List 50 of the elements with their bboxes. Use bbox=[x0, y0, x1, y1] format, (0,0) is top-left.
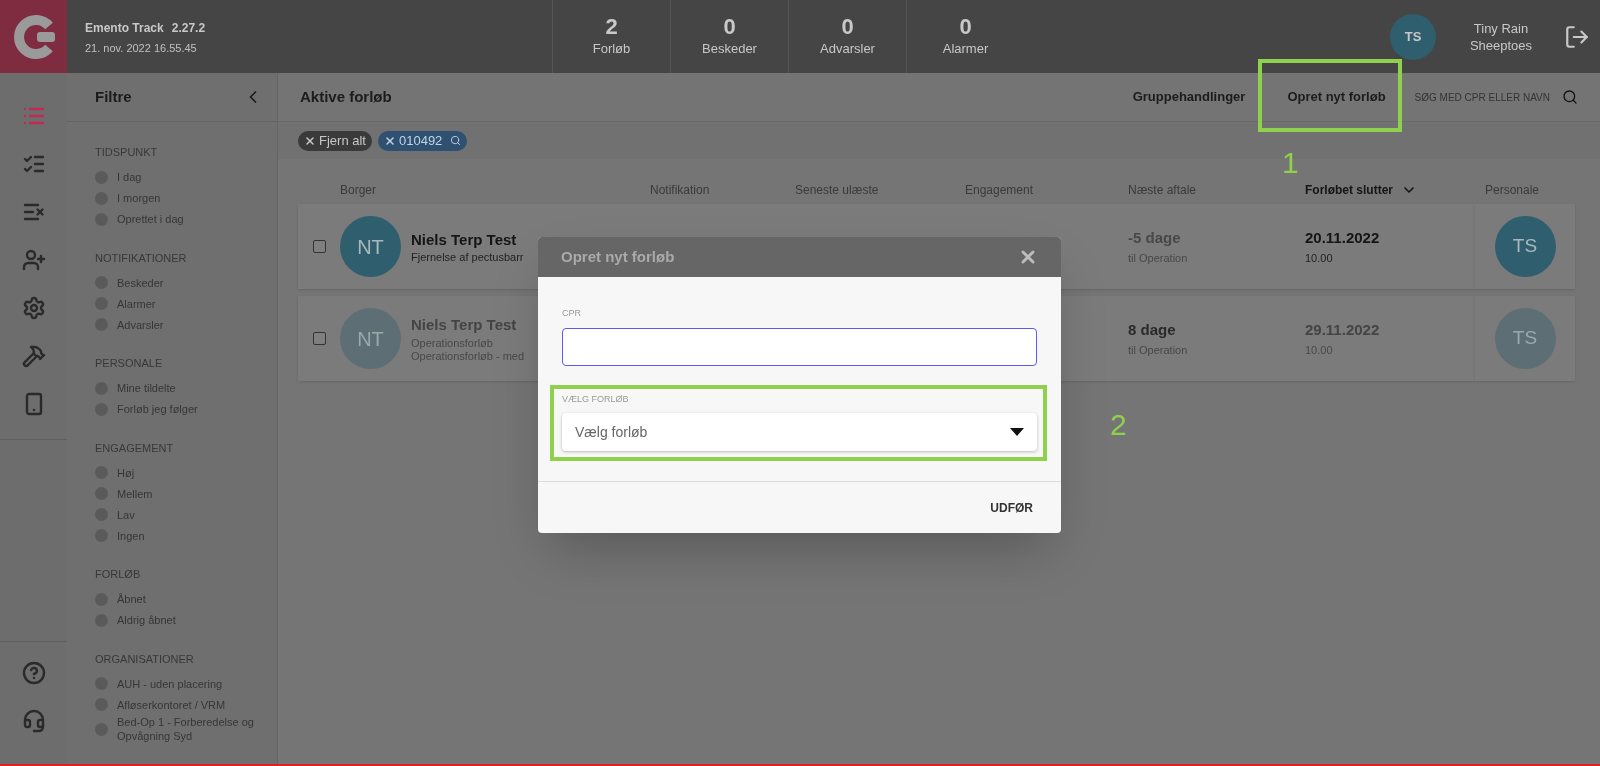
patient-avatar: NT bbox=[340, 216, 401, 277]
user-name: Tiny Rain Sheeptoes bbox=[1468, 19, 1534, 54]
toolbar-action[interactable]: Opret nyt forløb bbox=[1287, 87, 1386, 107]
app-datetime: 21. nov. 2022 16.55.45 bbox=[85, 41, 197, 56]
column-header[interactable]: Engagement bbox=[965, 181, 1034, 199]
clear-chip[interactable]: Fjern alt bbox=[298, 130, 372, 151]
column-header[interactable]: Seneste ulæste bbox=[795, 181, 879, 199]
next-appointment: 8 dage bbox=[1128, 320, 1177, 340]
dialog-title: Opret nyt forløb bbox=[561, 246, 675, 267]
filter-option[interactable]: Mine tildelte bbox=[95, 377, 269, 399]
staff-avatar[interactable]: TS bbox=[1494, 308, 1556, 369]
filter-option[interactable]: Åbnet bbox=[95, 588, 269, 610]
filter-chip[interactable]: 010492 bbox=[377, 130, 468, 151]
filter-option[interactable]: Afløserkontoret / VRM bbox=[95, 694, 269, 715]
filter-option[interactable]: I morgen bbox=[95, 187, 269, 209]
column-header[interactable]: Notifikation bbox=[650, 181, 710, 199]
end-date: 20.11.2022 bbox=[1305, 228, 1381, 248]
column-header[interactable]: Næste aftale bbox=[1128, 181, 1197, 199]
patient-name: Niels Terp Test bbox=[411, 229, 517, 250]
callout-number: 2 bbox=[1110, 407, 1127, 443]
filter-option[interactable]: Ingen bbox=[95, 525, 269, 546]
staff-avatar[interactable]: TS bbox=[1494, 216, 1556, 277]
filter-option[interactable]: Mellem bbox=[95, 483, 269, 504]
user-avatar[interactable]: TS bbox=[1390, 13, 1436, 60]
filter-option[interactable]: Lav bbox=[95, 504, 269, 525]
course-name: Fjernelse af pectusbarr bbox=[411, 251, 524, 265]
end-date: 29.11.2022 bbox=[1305, 320, 1381, 340]
filter-option[interactable]: Aldrig åbnet bbox=[95, 609, 269, 631]
field-label: CPR bbox=[562, 307, 582, 320]
toolbar-action[interactable]: Gruppehandlinger bbox=[1132, 87, 1246, 107]
patient-avatar: NT bbox=[340, 308, 401, 369]
filter-heading: ENGAGEMENT bbox=[95, 440, 175, 456]
filter-option[interactable]: Høj bbox=[95, 462, 269, 483]
course-select[interactable]: Vælg forløb bbox=[562, 413, 1037, 451]
filter-option[interactable]: Alarmer bbox=[95, 293, 269, 314]
column-header[interactable]: Forløbet slutter bbox=[1305, 181, 1393, 199]
submit-button[interactable]: UDFØR bbox=[990, 498, 1033, 517]
filter-option[interactable]: Beskeder bbox=[95, 272, 269, 293]
column-header[interactable]: Personale bbox=[1485, 181, 1540, 199]
filter-option[interactable]: Advarsler bbox=[95, 314, 269, 335]
callout-number: 1 bbox=[1282, 145, 1299, 181]
app-name: Emento Track 2.27.2 bbox=[85, 20, 206, 37]
search-field[interactable]: SØG MED CPR ELLER NAVN bbox=[1414, 89, 1550, 105]
filter-heading: ORGANISATIONER bbox=[95, 651, 195, 667]
filter-title: Filtre bbox=[95, 86, 132, 107]
page-title: Aktive forløb bbox=[300, 86, 392, 107]
filter-option[interactable]: Forløb jeg følger bbox=[95, 398, 269, 420]
column-header[interactable]: Borger bbox=[340, 181, 377, 199]
end-time: 10.00 bbox=[1305, 250, 1334, 266]
field-label: VÆLG FORLØB bbox=[562, 392, 630, 406]
